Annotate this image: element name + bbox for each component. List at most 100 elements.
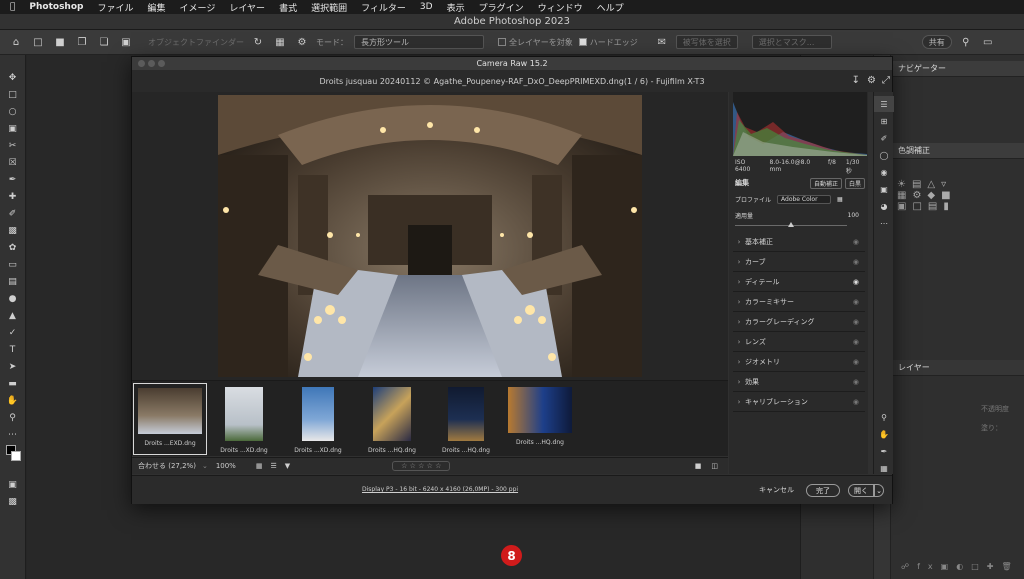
more-options-icon[interactable]: ⋯	[874, 215, 894, 231]
hand-icon[interactable]: ✋	[5, 394, 21, 408]
zoom-tool-icon[interactable]: ⚲	[874, 409, 894, 425]
healing-icon[interactable]: ✚	[5, 190, 21, 204]
eye-icon[interactable]: ◉	[853, 358, 859, 366]
eye-icon[interactable]: ◉	[853, 398, 859, 406]
menu-filter[interactable]: フィルター	[361, 1, 406, 14]
thumbnail-1[interactable]: Droits ...EXD.dng	[133, 383, 207, 455]
sampler-icon[interactable]: ✒	[874, 443, 894, 459]
brush-icon[interactable]: ✐	[5, 207, 21, 221]
intersect-selection-icon[interactable]: ▣	[118, 34, 134, 50]
eyedropper-icon[interactable]: ✒	[5, 173, 21, 187]
section-curves[interactable]: › カーブ ◉	[733, 253, 865, 272]
refresh-icon[interactable]: ↻	[250, 34, 266, 50]
dodge-icon[interactable]: ▲	[5, 309, 21, 323]
eye-icon[interactable]: ◉	[853, 298, 859, 306]
adjustment-icons[interactable]: ☀▤△▿ ▦⚙◆■ ▣□▤▮	[897, 179, 957, 212]
thumbnail-4[interactable]: Droits ...HQ.dng	[355, 383, 429, 455]
tab-navigator[interactable]: ナビゲーター	[892, 61, 1024, 77]
all-layers-checkbox[interactable]: 全レイヤーを対象	[498, 37, 573, 48]
minimize-window-button[interactable]	[148, 60, 155, 67]
profile-select[interactable]: Adobe Color	[777, 195, 832, 204]
pen-icon[interactable]: ✓	[5, 326, 21, 340]
more-tools-icon[interactable]: ⋯	[5, 428, 21, 442]
presets-icon[interactable]: ◕	[874, 198, 894, 214]
history-brush-icon[interactable]: ✿	[5, 241, 21, 255]
section-effects[interactable]: › 効果 ◉	[733, 373, 865, 392]
new-selection-icon[interactable]: ■	[52, 34, 68, 50]
crop-icon[interactable]: ✂	[5, 139, 21, 153]
thumbnail-2[interactable]: Droits ...XD.dng	[207, 383, 281, 455]
amount-slider-thumb[interactable]	[788, 222, 794, 227]
type-tool-icon[interactable]: T	[5, 343, 21, 357]
masking-icon[interactable]: ◯	[874, 147, 894, 163]
settings-gear-icon[interactable]: ⚙	[867, 75, 876, 86]
thumbnail-5[interactable]: Droits ...HQ.dng	[429, 383, 503, 455]
grid-overlay-icon[interactable]: ▦	[874, 460, 894, 476]
marquee-icon[interactable]: □	[5, 88, 21, 102]
filmstrip-toggle-icon[interactable]: ▦	[256, 462, 263, 470]
done-button[interactable]: 完了	[806, 484, 840, 497]
edit-sliders-icon[interactable]: ☰	[874, 96, 894, 112]
select-subject-button[interactable]: 被写体を選択	[675, 35, 738, 49]
menu-select[interactable]: 選択範囲	[311, 1, 347, 14]
auto-button[interactable]: 自動補正	[809, 177, 842, 189]
marquee-tool-icon[interactable]: □	[30, 34, 46, 50]
menu-edit[interactable]: 編集	[147, 1, 165, 14]
menu-file[interactable]: ファイル	[97, 1, 133, 14]
screen-mode-icon[interactable]: ▩	[5, 495, 21, 509]
zoom-100-select[interactable]: 100%	[216, 462, 236, 470]
save-icon[interactable]: ↧	[852, 75, 860, 86]
zoom-icon[interactable]: ⚲	[5, 411, 21, 425]
eye-icon[interactable]: ◉	[853, 378, 859, 386]
hard-edge-checkbox[interactable]: ハードエッジ	[578, 37, 638, 48]
rating-stars[interactable]: ☆ ☆ ☆ ☆ ☆	[392, 461, 451, 471]
workflow-options-link[interactable]: Display P3 - 16 bit - 6240 x 4160 (26,0M…	[362, 486, 518, 493]
filter-icon[interactable]: ▼	[285, 462, 290, 470]
gradient-icon[interactable]: ▤	[5, 275, 21, 289]
menu-plugins[interactable]: プラグイン	[479, 1, 524, 14]
menu-layer[interactable]: レイヤー	[229, 1, 265, 14]
select-mask-button[interactable]: 選択とマスク...	[751, 35, 832, 49]
apple-menu-icon[interactable]: 	[10, 2, 15, 12]
hand-tool-icon[interactable]: ✋	[874, 426, 894, 442]
quick-mask-icon[interactable]: ▣	[5, 478, 21, 492]
section-detail[interactable]: › ディテール ◉	[733, 273, 865, 292]
menu-photoshop[interactable]: Photoshop	[29, 2, 83, 12]
section-color-mixer[interactable]: › カラーミキサー ◉	[733, 293, 865, 312]
move-tool-icon[interactable]: ✥	[5, 71, 21, 85]
overlay-icon[interactable]: ▦	[272, 34, 288, 50]
bw-button[interactable]: 白黒	[844, 177, 865, 189]
eraser-icon[interactable]: ▭	[5, 258, 21, 272]
home-icon[interactable]: ⌂	[8, 34, 24, 50]
section-color-grading[interactable]: › カラーグレーディング ◉	[733, 313, 865, 332]
menu-view[interactable]: 表示	[447, 1, 465, 14]
stamp-icon[interactable]: ▩	[5, 224, 21, 238]
tab-adjustments[interactable]: 色調補正	[892, 143, 1024, 159]
eye-icon[interactable]: ◉	[853, 238, 859, 246]
section-basic[interactable]: › 基本補正 ◉	[733, 233, 865, 252]
eye-icon[interactable]: ◉	[853, 338, 859, 346]
tab-layers[interactable]: レイヤー	[892, 360, 1024, 376]
chevron-down-icon[interactable]: ⌄	[202, 462, 208, 470]
section-calibration[interactable]: › キャリブレーション ◉	[733, 393, 865, 412]
healing-brush-icon[interactable]: ✐	[874, 130, 894, 146]
object-select-icon[interactable]: ▣	[5, 122, 21, 136]
profile-browser-icon[interactable]: ▦	[837, 196, 843, 203]
color-swatches-icon[interactable]	[5, 445, 21, 465]
eye-icon[interactable]: ◉	[853, 318, 859, 326]
fullscreen-icon[interactable]: ⤢	[882, 75, 890, 86]
crop-rotate-icon[interactable]: ⊞	[874, 113, 894, 129]
workspace-icon[interactable]: ▭	[980, 34, 996, 50]
frame-icon[interactable]: ☒	[5, 156, 21, 170]
menu-3d[interactable]: 3D	[420, 2, 433, 12]
path-select-icon[interactable]: ➤	[5, 360, 21, 374]
search-icon[interactable]: ⚲	[958, 34, 974, 50]
compare-view-icon[interactable]: ◫	[711, 462, 718, 470]
add-selection-icon[interactable]: ❐	[74, 34, 90, 50]
thumbnail-3[interactable]: Droits ...XD.dng	[281, 383, 355, 455]
cancel-button[interactable]: キャンセル	[759, 485, 794, 495]
thumbnail-6[interactable]: Droits ...HQ.dng	[503, 383, 577, 455]
open-button[interactable]: 開く	[848, 484, 874, 497]
comment-icon[interactable]: ✉	[654, 34, 670, 50]
section-lens[interactable]: › レンズ ◉	[733, 333, 865, 352]
